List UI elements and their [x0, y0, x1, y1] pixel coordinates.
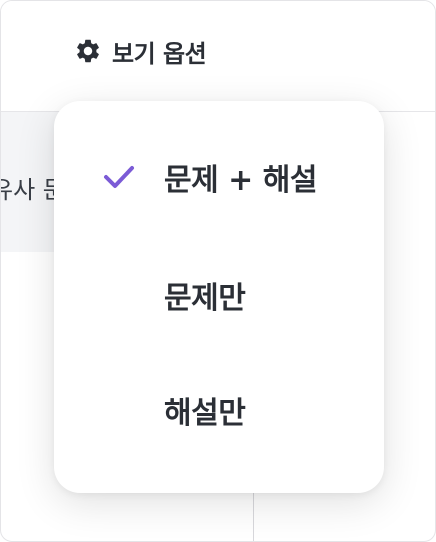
menu-item-label: 문제만 — [164, 281, 246, 316]
menu-item-solution-only[interactable]: 해설만 — [54, 365, 384, 455]
view-options-dropdown: 문제 + 해설 문제만 해설만 — [54, 101, 384, 493]
app-window: 보기 옵션 유사 문 문제 + 해설 문제만 해설만 — [0, 0, 436, 542]
menu-item-problem-only[interactable]: 문제만 — [54, 250, 384, 340]
menu-item-label: 해설만 — [164, 396, 246, 431]
gear-icon — [77, 39, 99, 63]
menu-item-label: 문제 + 해설 — [164, 163, 317, 198]
view-options-button[interactable]: 보기 옵션 — [74, 35, 207, 68]
check-icon — [104, 166, 134, 188]
toolbar: 보기 옵션 — [1, 1, 435, 112]
menu-item-problem-and-solution[interactable]: 문제 + 해설 — [54, 132, 384, 222]
view-options-label: 보기 옵션 — [112, 39, 207, 68]
